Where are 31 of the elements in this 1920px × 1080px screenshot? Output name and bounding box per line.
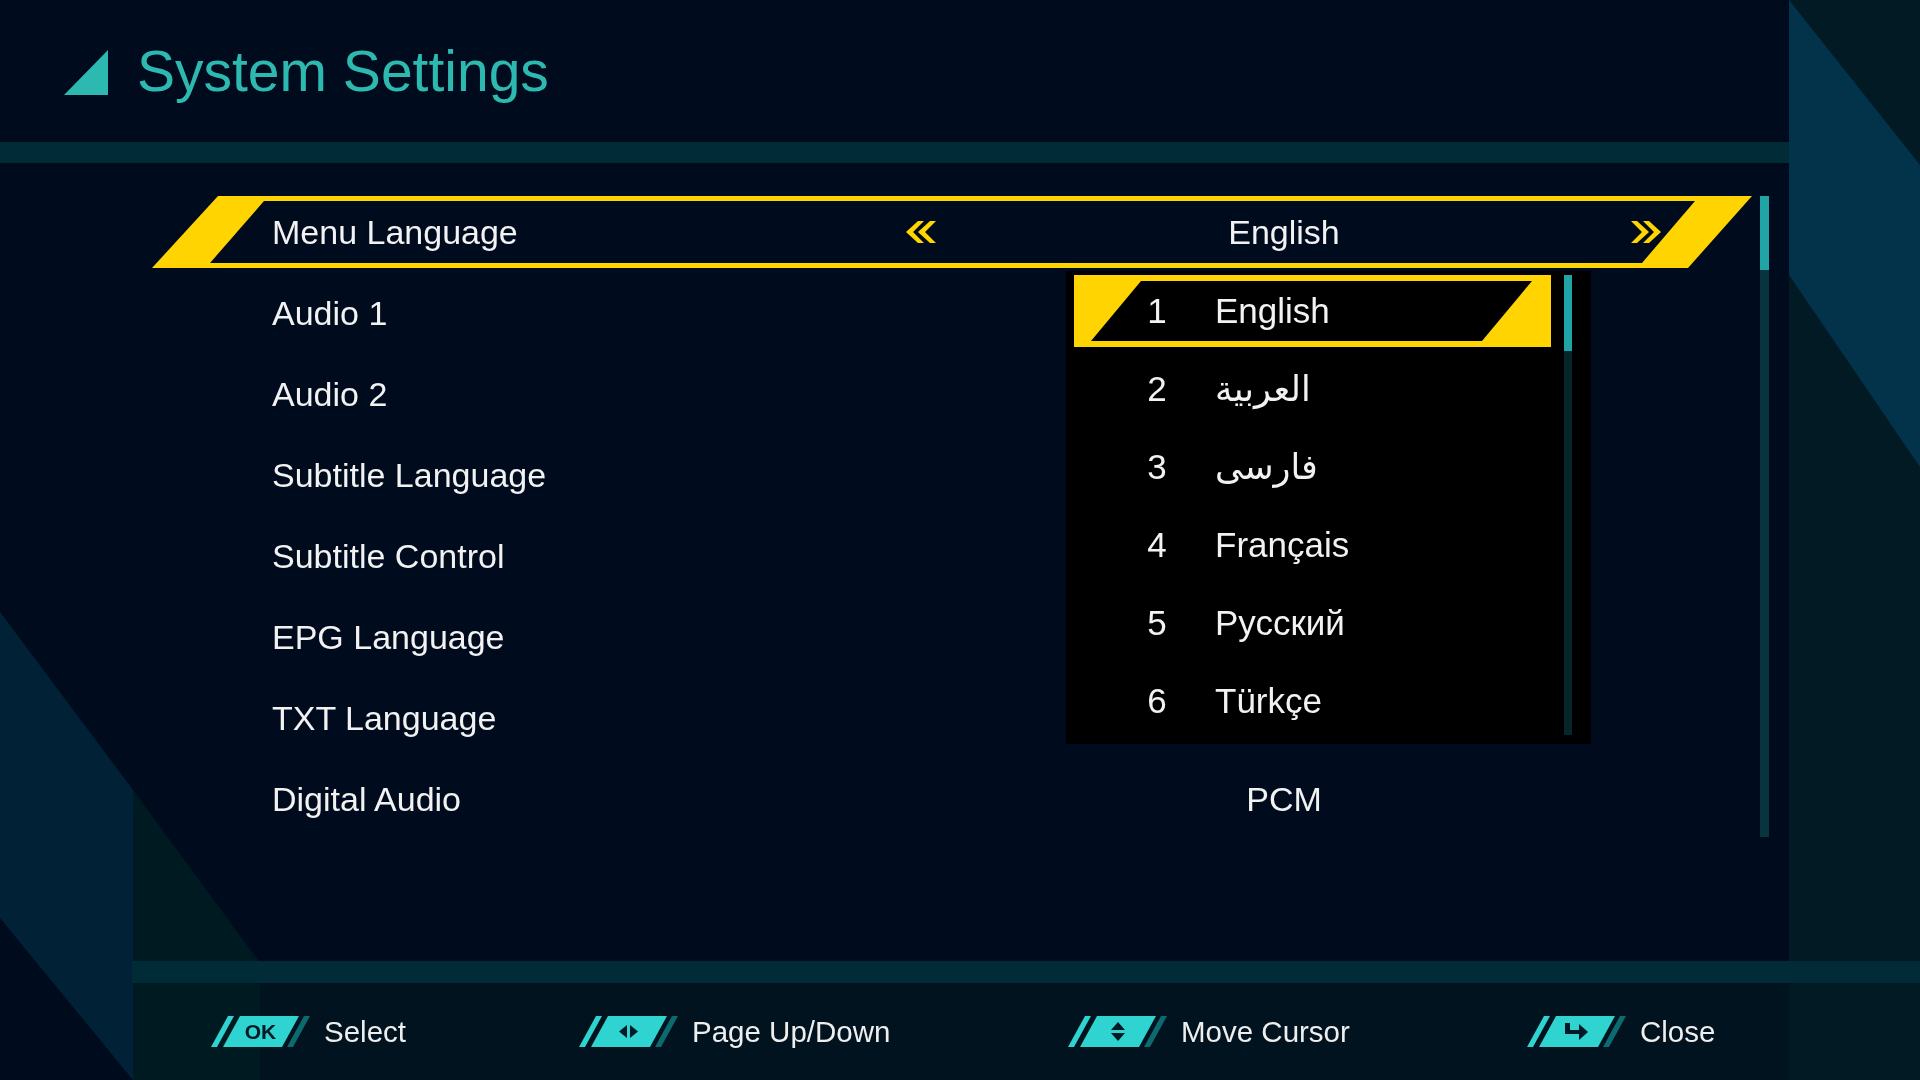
key-legend: OK xyxy=(211,1016,310,1047)
triangle-icon xyxy=(64,49,108,95)
dropdown-option[interactable]: 6 Türkçe xyxy=(1074,665,1551,737)
setting-label: Audio 1 xyxy=(272,293,388,333)
hint-label: Page Up/Down xyxy=(692,1014,891,1049)
scrollbar-thumb[interactable] xyxy=(1564,275,1572,351)
setting-label: Menu Language xyxy=(272,212,518,252)
scrollbar[interactable] xyxy=(1564,275,1572,735)
double-chevron-left-icon[interactable] xyxy=(906,221,937,243)
double-chevron-right-icon[interactable] xyxy=(1630,221,1661,243)
dropdown-option[interactable]: 1 English xyxy=(1074,275,1551,347)
hint-label: Select xyxy=(324,1014,406,1049)
setting-label: EPG Language xyxy=(272,617,505,657)
highlighted-row[interactable]: Menu Language English xyxy=(152,196,1752,268)
setting-value: English xyxy=(1228,212,1340,252)
left-right-arrows-icon xyxy=(579,1016,678,1047)
setting-label: Audio 2 xyxy=(272,374,388,414)
dropdown-option[interactable]: 4 Français xyxy=(1074,509,1551,581)
setting-value: PCM xyxy=(1246,779,1322,819)
setting-label: Subtitle Control xyxy=(272,536,505,576)
setting-label: TXT Language xyxy=(272,698,497,738)
hint-label: Close xyxy=(1640,1014,1716,1049)
dropdown-option[interactable]: 5 Русский xyxy=(1074,587,1551,659)
scrollbar-thumb[interactable] xyxy=(1760,196,1769,270)
scrollbar[interactable] xyxy=(1760,196,1769,837)
page-title: System Settings xyxy=(137,39,549,103)
setting-label: Subtitle Language xyxy=(272,455,547,495)
return-arrow-icon xyxy=(1527,1016,1626,1047)
up-down-arrows-icon xyxy=(1068,1016,1167,1047)
setting-label: Digital Audio xyxy=(272,779,461,819)
hint-label: Move Cursor xyxy=(1181,1014,1350,1049)
